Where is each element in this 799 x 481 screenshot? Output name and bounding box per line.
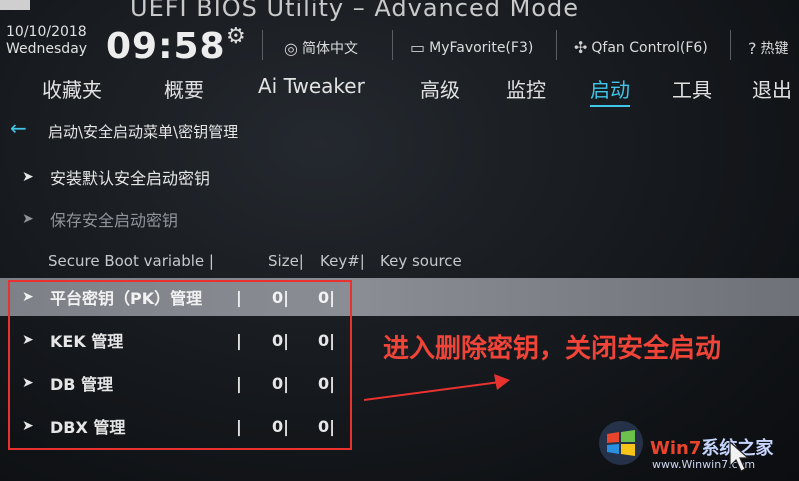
language-button[interactable]: ◎ 简体中文 <box>284 38 358 58</box>
back-arrow-icon[interactable]: ← <box>10 116 27 140</box>
divider <box>556 30 557 60</box>
qfan-label: Qfan Control(F6) <box>591 39 708 56</box>
tab-tool[interactable]: 工具 <box>672 74 712 103</box>
tab-advanced[interactable]: 高级 <box>420 74 460 103</box>
asus-logo <box>0 0 30 10</box>
favorite-icon: ▭ <box>410 38 426 57</box>
date-text: 10/10/2018 <box>6 24 87 40</box>
fan-icon: ✣ <box>574 38 588 57</box>
annotation-arrow-icon <box>363 374 510 401</box>
windows-logo-icon <box>599 421 643 465</box>
myfavorite-label: MyFavorite(F3) <box>429 39 534 56</box>
tab-monitor[interactable]: 监控 <box>506 74 546 103</box>
watermark-brand: Win7系统之家 <box>650 434 773 460</box>
col-keynum: Key#| <box>320 252 365 270</box>
install-default-keys-item[interactable]: ➤ 安装默认安全启动密钥 <box>0 158 799 196</box>
save-keys-item: ➤ 保存安全启动密钥 <box>0 200 799 238</box>
tab-overview[interactable]: 概要 <box>164 74 204 103</box>
gear-icon[interactable]: ⚙ <box>226 24 246 49</box>
date-display: 10/10/2018 Wednesday <box>6 24 87 58</box>
main-tabs: 收藏夹 概要 Ai Tweaker 高级 监控 启动 工具 退出 <box>0 68 799 114</box>
divider <box>262 30 263 60</box>
hotkeys-button[interactable]: ? 热键 <box>748 38 789 58</box>
divider <box>730 30 731 60</box>
tab-boot[interactable]: 启动 <box>590 74 630 107</box>
breadcrumb: 启动\安全启动菜单\密钥管理 <box>48 123 239 141</box>
col-variable: Secure Boot variable | <box>48 252 214 270</box>
col-size: Size| <box>268 252 304 270</box>
window-title: UEFI BIOS Utility – Advanced Mode <box>130 0 579 22</box>
weekday-text: Wednesday <box>6 41 88 57</box>
col-source: Key source <box>380 252 462 270</box>
clock: 09:58 <box>106 26 226 67</box>
menu-item-label: 安装默认安全启动密钥 <box>50 169 211 188</box>
tab-ai-tweaker[interactable]: Ai Tweaker <box>258 74 365 98</box>
annotation-box <box>8 280 352 450</box>
tab-favorites[interactable]: 收藏夹 <box>42 74 102 103</box>
watermark-brand-a: Win7 <box>650 438 702 459</box>
tab-exit[interactable]: 退出 <box>752 74 792 103</box>
chevron-right-icon: ➤ <box>22 211 34 227</box>
myfavorite-button[interactable]: ▭ MyFavorite(F3) <box>410 38 533 57</box>
qfan-button[interactable]: ✣ Qfan Control(F6) <box>574 38 708 57</box>
table-header: Secure Boot variable | Size| Key#| Key s… <box>0 244 799 278</box>
help-icon: ? <box>748 38 757 58</box>
mouse-cursor-icon <box>729 440 750 472</box>
chevron-right-icon: ➤ <box>22 169 34 185</box>
globe-icon: ◎ <box>284 38 298 58</box>
menu-item-label: 保存安全启动密钥 <box>50 211 179 230</box>
divider <box>392 30 393 60</box>
language-label: 简体中文 <box>301 41 358 57</box>
hotkeys-label: 热键 <box>760 41 789 57</box>
